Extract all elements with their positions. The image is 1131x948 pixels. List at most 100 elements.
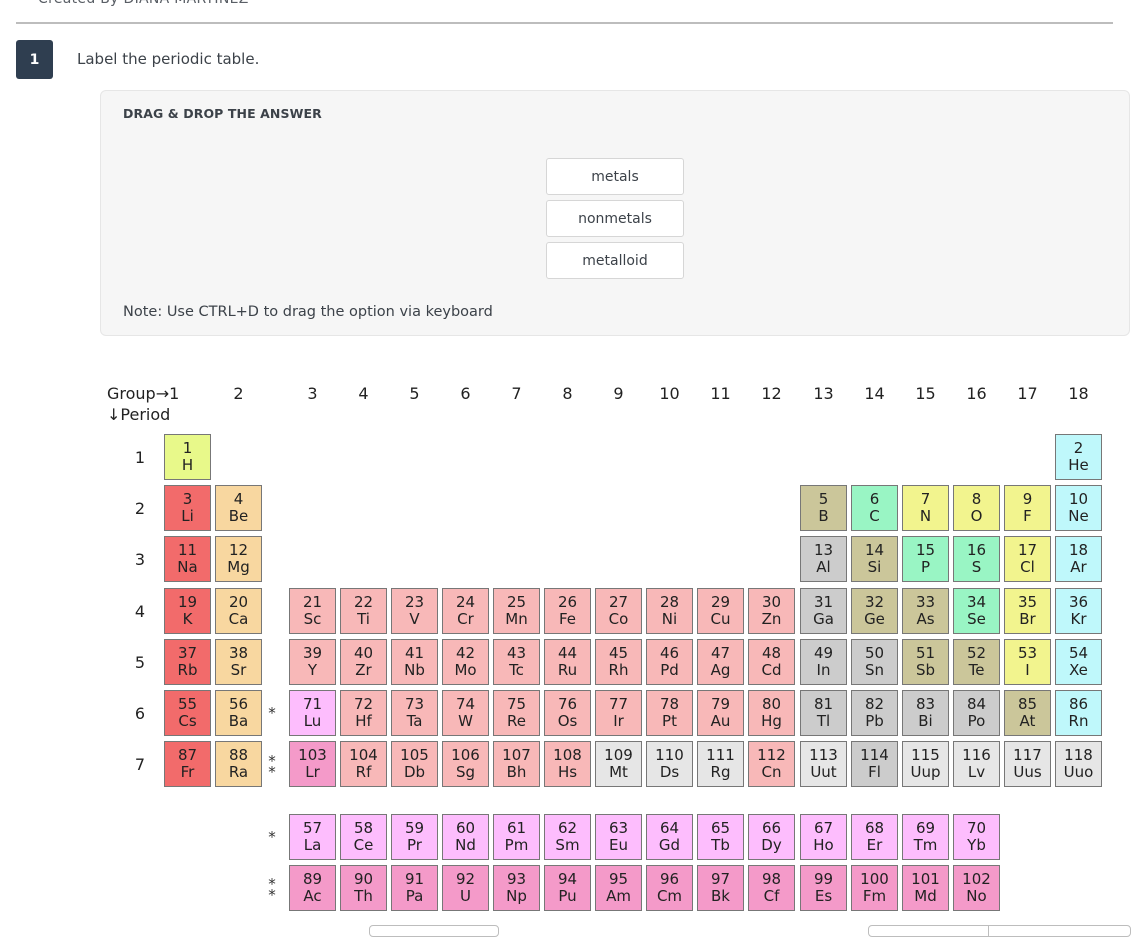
element-symbol: Cm (656, 887, 683, 905)
atomic-number: 49 (813, 644, 834, 662)
atomic-number: 48 (761, 644, 782, 662)
atomic-number: 96 (659, 870, 680, 888)
element-symbol: Fe (558, 610, 577, 628)
element-symbol: Cs (178, 712, 197, 730)
element-cell-sg: 106 Sg (442, 741, 489, 787)
atomic-number: 74 (455, 695, 476, 713)
drop-zone-divider (988, 926, 989, 936)
atomic-number: 113 (809, 746, 838, 764)
atomic-number: 63 (608, 819, 629, 837)
element-cell-f: 9F (1004, 485, 1051, 531)
group-header-3: 3 (307, 384, 318, 403)
element-symbol: Ne (1068, 507, 1089, 525)
group-header-5: 5 (409, 384, 420, 403)
atomic-number: 71 (302, 695, 323, 713)
element-symbol: Na (177, 558, 198, 576)
atomic-number: 116 (962, 746, 991, 764)
element-symbol: Mt (609, 763, 628, 781)
element-symbol: Pm (504, 836, 529, 854)
element-cell-cf: 98 Cf (748, 865, 795, 911)
atomic-number: 1 (182, 439, 193, 457)
atomic-number: 108 (553, 746, 582, 764)
element-symbol: Fr (180, 763, 195, 781)
atomic-number: 86 (1068, 695, 1089, 713)
atomic-number: 84 (966, 695, 987, 713)
element-symbol: Re (507, 712, 526, 730)
element-symbol: Sc (303, 610, 322, 628)
element-symbol: As (916, 610, 935, 628)
atomic-number: 19 (177, 593, 198, 611)
element-symbol: Yb (967, 836, 986, 854)
element-cell-ti: 22 Ti (340, 588, 387, 634)
element-symbol: Fm (862, 887, 887, 905)
atomic-number: 13 (813, 541, 834, 559)
atomic-number: 38 (228, 644, 249, 662)
element-cell-o: 8O (953, 485, 1000, 531)
element-symbol: Sm (555, 836, 580, 854)
element-cell-sr: 38 Sr (215, 639, 262, 685)
element-cell-uup: 115 Uup (902, 741, 949, 787)
atomic-number: 3 (182, 490, 193, 508)
element-symbol: Sb (915, 661, 936, 679)
atomic-number: 17 (1017, 541, 1038, 559)
atomic-number: 2 (1073, 439, 1084, 457)
element-cell-cu: 29 Cu (697, 588, 744, 634)
element-symbol: I (1025, 661, 1030, 679)
drop-zone-placeholder[interactable] (369, 925, 499, 937)
atomic-number: 81 (813, 695, 834, 713)
element-cell-lv: 116 Lv (953, 741, 1000, 787)
element-cell-cm: 96 Cm (646, 865, 693, 911)
atomic-number: 31 (813, 593, 834, 611)
group-header-8: 8 (562, 384, 573, 403)
element-symbol: Hs (557, 763, 578, 781)
atomic-number: 91 (404, 870, 425, 888)
element-symbol: Se (967, 610, 986, 628)
element-cell-hg: 80 Hg (748, 690, 795, 736)
element-symbol: Ta (406, 712, 423, 730)
atomic-number: 46 (659, 644, 680, 662)
element-symbol: Hf (355, 712, 372, 730)
atomic-number: 30 (761, 593, 782, 611)
element-cell-ac: 89 Ac (289, 865, 336, 911)
element-symbol: Cf (763, 887, 780, 905)
element-symbol: Ir (613, 712, 624, 730)
element-cell-i: 53 I (1004, 639, 1051, 685)
drop-zone-placeholder[interactable] (868, 925, 1131, 937)
element-symbol: V (409, 610, 420, 628)
atomic-number: 109 (604, 746, 633, 764)
period-label-2: 2 (134, 499, 146, 518)
actinide-marker: * * (268, 752, 276, 781)
element-symbol: La (303, 836, 322, 854)
element-symbol: Os (557, 712, 578, 730)
element-symbol: Y (307, 661, 318, 679)
element-symbol: Th (354, 887, 373, 905)
atomic-number: 93 (506, 870, 527, 888)
atomic-number: 75 (506, 695, 527, 713)
element-symbol: Te (968, 661, 985, 679)
atomic-number: 41 (404, 644, 425, 662)
element-cell-th: 90 Th (340, 865, 387, 911)
element-symbol: Sg (455, 763, 476, 781)
atomic-number: 114 (860, 746, 889, 764)
element-symbol: H (181, 456, 194, 474)
element-symbol: Bk (711, 887, 730, 905)
element-symbol: Ag (710, 661, 731, 679)
element-cell-ca: 20 Ca (215, 588, 262, 634)
element-cell-pr: 59 Pr (391, 814, 438, 860)
atomic-number: 118 (1064, 746, 1093, 764)
period-axis-label: ↓Period (107, 405, 171, 424)
atomic-number: 72 (353, 695, 374, 713)
atomic-number: 11 (177, 541, 198, 559)
element-symbol: In (816, 661, 831, 679)
element-cell-es: 99 Es (800, 865, 847, 911)
element-cell-si: 14 Si (851, 536, 898, 582)
element-symbol: Rg (710, 763, 731, 781)
element-cell-hf: 72 Hf (340, 690, 387, 736)
atomic-number: 67 (813, 819, 834, 837)
element-symbol: P (920, 558, 931, 576)
atomic-number: 90 (353, 870, 374, 888)
atomic-number: 26 (557, 593, 578, 611)
element-cell-cn: 112 Cn (748, 741, 795, 787)
atomic-number: 15 (915, 541, 936, 559)
atomic-number: 44 (557, 644, 578, 662)
